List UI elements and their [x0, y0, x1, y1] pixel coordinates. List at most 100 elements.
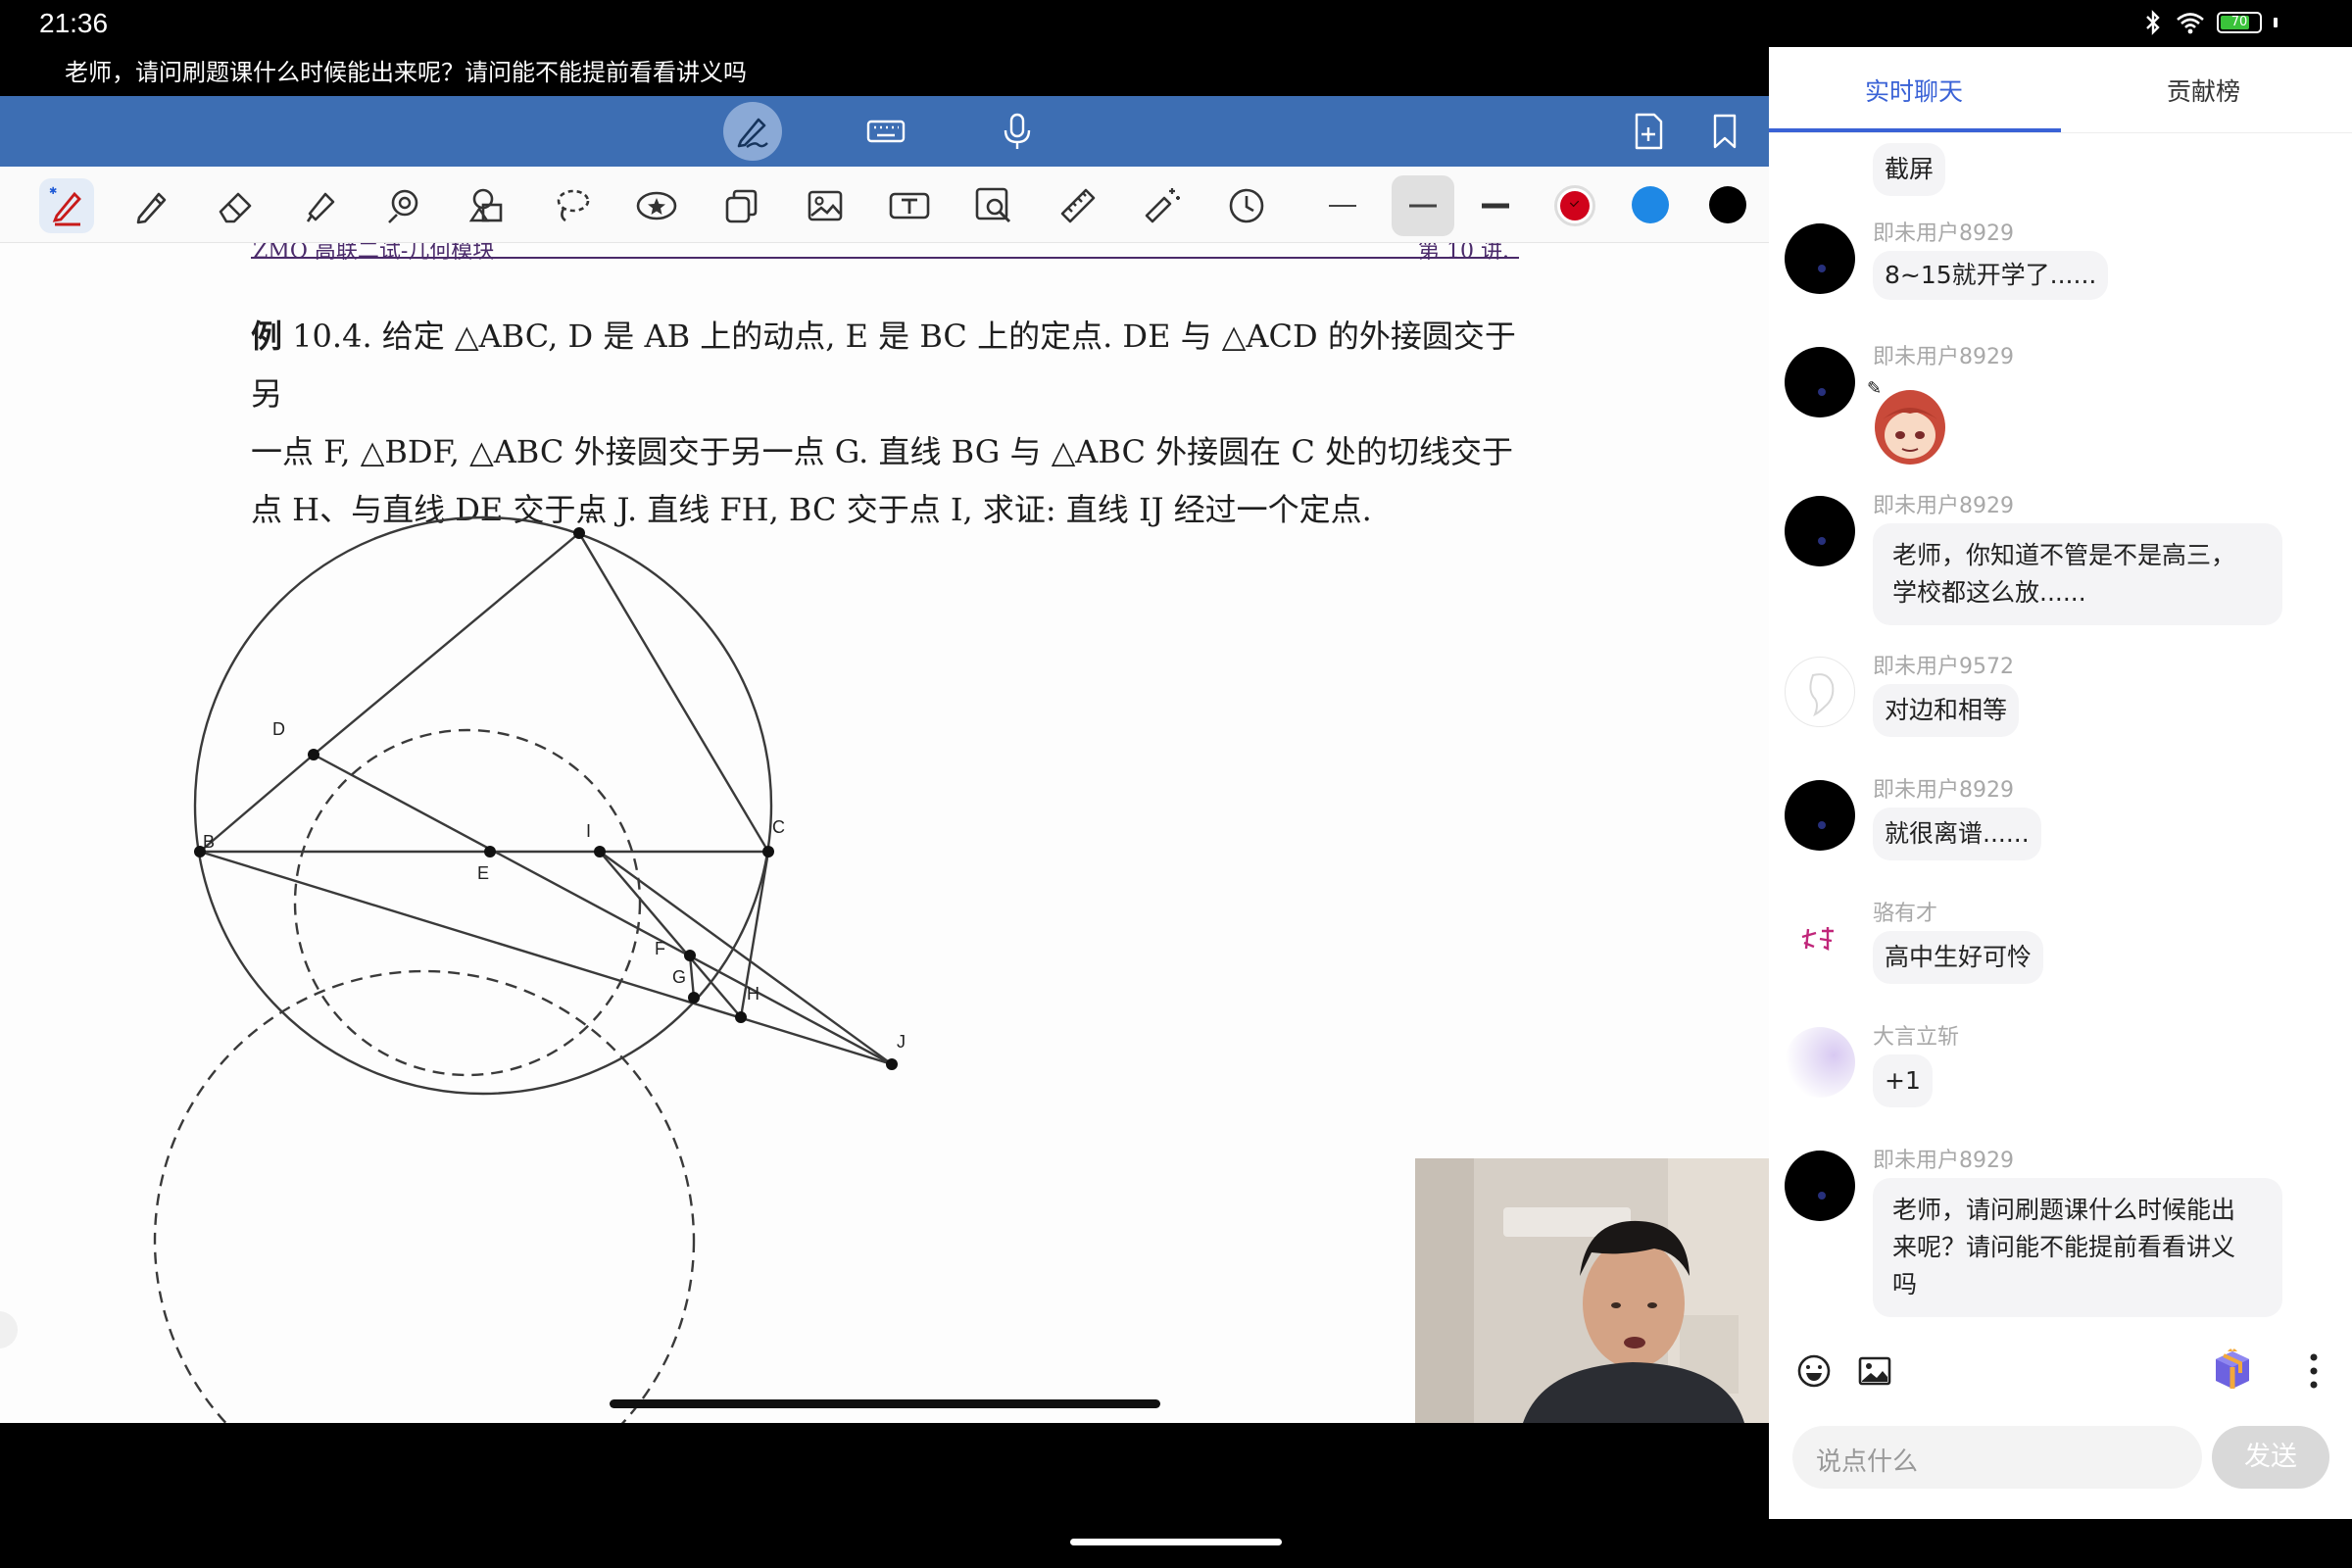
message-username: 骆有才	[1873, 902, 1938, 926]
message-bubble: 老师，请问刷题课什么时候能出 来呢？请问能不能提前看看讲义 吗	[1873, 1178, 2282, 1317]
history-tool[interactable]	[1219, 178, 1274, 233]
stroke-thin-button[interactable]	[1315, 178, 1370, 233]
doc-header: ZMO 高联二试-几何模块 第 10 讲.	[251, 243, 1519, 264]
label-d: D	[272, 719, 285, 739]
anime-girl-sticker: ✎	[1867, 378, 1945, 465]
text-box-tool[interactable]	[882, 178, 937, 233]
problem-label: 例	[251, 318, 283, 355]
battery-level: 70	[2230, 15, 2248, 29]
message-username: 即未用户8929	[1873, 778, 2014, 803]
geometry-figure: A B C D E F G H I J	[153, 506, 906, 1423]
check-icon	[1569, 197, 1580, 208]
tab-live-chat[interactable]: 实时聊天	[1865, 73, 1963, 108]
avatar	[1785, 347, 1855, 417]
microphone-icon	[1004, 113, 1031, 149]
battery-icon: 70	[2217, 12, 2262, 33]
message-username: 即未用户8929	[1873, 345, 2014, 369]
image-upload-button[interactable]	[1857, 1353, 1892, 1393]
message-username: 即未用户9572	[1873, 655, 2014, 679]
home-indicator[interactable]	[1070, 1539, 1282, 1545]
label-e: E	[477, 863, 489, 883]
pen-mode-icon	[737, 118, 768, 148]
copy-icon	[725, 189, 758, 223]
lasso-tool[interactable]	[545, 178, 600, 233]
label-c: C	[772, 817, 785, 837]
message-username: 即未用户8929	[1873, 494, 2014, 518]
eraser-icon	[219, 192, 252, 223]
add-page-button[interactable]	[1619, 102, 1678, 161]
gift-button[interactable]	[2208, 1346, 2257, 1398]
chat-input-area: 说点什么 发送	[1769, 1334, 2352, 1519]
label-g: G	[672, 967, 686, 987]
problem-line: 一点 F, △BDF, △ABC 外接圆交于另一点 G. 直线 BG 与 △AB…	[251, 433, 1514, 470]
side-drawer-handle[interactable]	[0, 1311, 18, 1348]
line-de	[313, 753, 893, 1066]
more-options-button[interactable]	[2306, 1351, 2322, 1395]
ruler-tool[interactable]	[1051, 178, 1105, 233]
line-ij	[599, 851, 893, 1065]
stroke-thick-icon	[1482, 203, 1509, 209]
status-time: 21:36	[39, 8, 109, 38]
label-b: B	[203, 832, 215, 852]
status-icons: 70	[2142, 10, 2278, 35]
emoji-button[interactable]	[1796, 1353, 1832, 1393]
message-bubble: 高中生好可怜	[1873, 931, 2044, 984]
avatar	[1785, 904, 1855, 974]
color-blue-swatch[interactable]	[1632, 186, 1669, 223]
top-bar	[0, 96, 1769, 167]
teacher-video-frame	[1415, 1158, 1769, 1423]
shapes-tool[interactable]	[461, 178, 515, 233]
chat-message-input[interactable]: 说点什么	[1792, 1426, 2202, 1489]
svg-text:✎: ✎	[1867, 378, 1882, 399]
image-icon	[808, 190, 843, 221]
color-red-swatch[interactable]	[1554, 185, 1595, 226]
highlighter-tool[interactable]	[292, 178, 347, 233]
ghost-avatar-icon	[1809, 673, 1835, 717]
message-bubble: 截屏	[1873, 143, 1946, 196]
search-image-tool[interactable]	[966, 178, 1021, 233]
teacher-webcam[interactable]	[1415, 1158, 1769, 1423]
sticker-tool[interactable]	[629, 178, 684, 233]
pencil-tool[interactable]	[123, 178, 178, 233]
page-scroll-indicator[interactable]	[610, 1399, 1160, 1408]
laser-pen-icon: ✱	[49, 186, 81, 226]
stroke-thick-button[interactable]	[1468, 178, 1523, 233]
app-root: 21:36 70 老师，请问刷题课什么时候能出来呢？请问能不能提前看看讲义吗 ✱…	[0, 0, 2352, 1568]
label-j: J	[897, 1032, 906, 1052]
message-username: 即未用户8929	[1873, 1149, 2014, 1173]
color-black-swatch[interactable]	[1709, 186, 1746, 223]
svg-text:✱: ✱	[49, 186, 57, 197]
avatar	[1785, 496, 1855, 566]
pen-mode-button[interactable]	[723, 102, 782, 161]
lasso-icon	[557, 189, 590, 222]
problem-line: 例 10.4. 给定 △ABC, D 是 AB 上的动点, E 是 BC 上的定…	[251, 318, 1516, 413]
copy-tool[interactable]	[713, 178, 768, 233]
doc-header-left: ZMO 高联二试-几何模块	[253, 243, 495, 264]
search-image-icon	[975, 187, 1011, 223]
more-vertical-icon	[2310, 1353, 2318, 1389]
stroke-thin-icon	[1329, 205, 1356, 207]
message-username: 大言立斩	[1873, 1025, 1960, 1050]
stroke-medium-button[interactable]	[1392, 175, 1454, 236]
microphone-button[interactable]	[988, 102, 1047, 161]
send-button[interactable]: 发送	[2212, 1426, 2329, 1489]
announcement-banner: 老师，请问刷题课什么时候能出来呢？请问能不能提前看看讲义吗	[65, 59, 747, 86]
magic-wand-tool[interactable]	[1135, 178, 1190, 233]
message-bubble: 老师，你知道不管是不是高三， 学校都这么放......	[1873, 523, 2282, 625]
text-box-icon	[889, 192, 930, 220]
pencil-icon	[136, 192, 167, 224]
bluetooth-icon	[2146, 10, 2160, 35]
shape-recognize-tool[interactable]	[376, 178, 431, 233]
message-list[interactable]: 截屏 即未用户8929 8~15就开学了...... 即未用户8929 ✎ 即未…	[1769, 133, 2352, 1334]
eraser-tool[interactable]	[208, 178, 263, 233]
message-bubble: +1	[1873, 1054, 1933, 1107]
tab-ranking[interactable]: 贡献榜	[2167, 73, 2240, 108]
image-tool[interactable]	[798, 178, 853, 233]
ruler-icon	[1060, 188, 1096, 223]
keyboard-button[interactable]	[857, 102, 915, 161]
laser-pen-tool[interactable]: ✱	[39, 178, 94, 233]
message-bubble: 8~15就开学了......	[1873, 251, 2109, 300]
chat-panel: 实时聊天 贡献榜 截屏 即未用户8929 8~15就开学了...... 即未用户…	[1769, 47, 2352, 1519]
message-bubble: 对边和相等	[1873, 684, 2020, 737]
bookmark-button[interactable]	[1695, 102, 1754, 161]
